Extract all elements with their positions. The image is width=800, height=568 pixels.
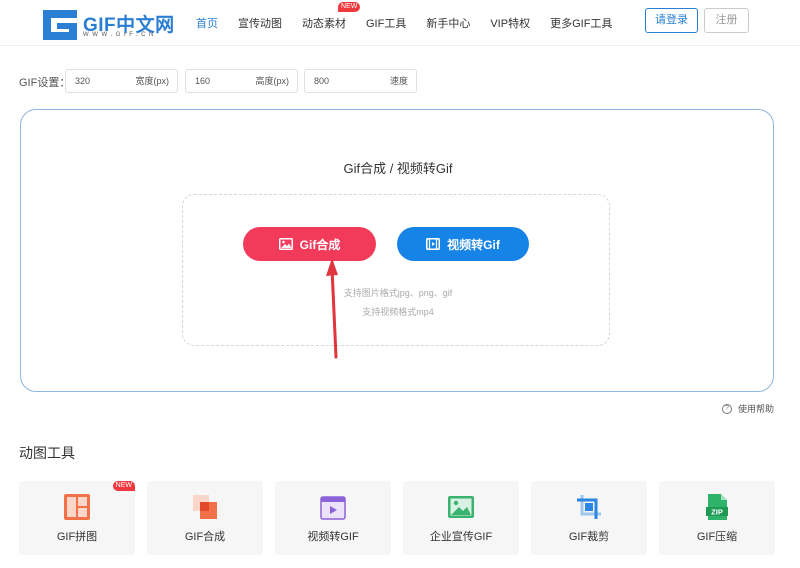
- tool-label: GIF压缩: [696, 531, 738, 543]
- gif-merge-label: Gif合成: [299, 237, 341, 252]
- film-icon: [426, 238, 441, 250]
- site-logo[interactable]: GIF中文网 WWW.GIF.CN: [43, 10, 174, 42]
- gif-settings-label: GIF设置：: [19, 77, 71, 89]
- help-link[interactable]: ? 使用帮助: [722, 402, 774, 415]
- width-unit: 宽度(px): [135, 76, 170, 86]
- help-label: 使用帮助: [738, 404, 775, 414]
- tool-label: GIF裁剪: [568, 531, 610, 543]
- width-input[interactable]: 320 宽度(px): [65, 69, 178, 93]
- tool-label: 企业宣传GIF: [429, 531, 493, 543]
- new-badge: NEW: [112, 481, 135, 491]
- zip-icon: ZIP: [706, 494, 728, 520]
- tool-card-gif-crop[interactable]: GIF裁剪: [531, 481, 647, 555]
- tool-card-gif-compress[interactable]: ZIP GIF压缩: [659, 481, 775, 555]
- speed-value: 800: [314, 76, 330, 86]
- nav-more-tools[interactable]: 更多GIF工具: [550, 15, 612, 31]
- upload-panel: Gif合成 / 视频转Gif Gif合成 视频转Gif 支持图片格式jpg、pn…: [20, 109, 774, 392]
- main-nav: 首页 宣传动图 动态素材 NEW GIF工具 新手中心 VIP特权 更多GIF工…: [196, 0, 632, 46]
- height-value: 160: [195, 76, 211, 86]
- nav-dynamic-assets-label: 动态素材: [302, 18, 346, 30]
- tools-section-title: 动图工具: [19, 445, 75, 461]
- nav-vip[interactable]: VIP特权: [490, 15, 530, 31]
- nav-promo-gifs[interactable]: 宣传动图: [238, 15, 282, 31]
- tool-label: GIF拼图: [56, 531, 98, 543]
- image-icon: [448, 496, 474, 518]
- tool-label: GIF合成: [184, 531, 226, 543]
- tool-card-video-to-gif[interactable]: 视频转GIF: [275, 481, 391, 555]
- nav-beginner-center[interactable]: 新手中心: [426, 15, 470, 31]
- width-value: 320: [75, 76, 91, 86]
- question-icon: ?: [722, 403, 732, 414]
- svg-text:ZIP: ZIP: [711, 508, 723, 517]
- tool-label: 视频转GIF: [307, 531, 359, 543]
- nav-dynamic-assets[interactable]: 动态素材 NEW: [302, 2, 361, 31]
- height-unit: 高度(px): [255, 76, 290, 86]
- height-input[interactable]: 160 高度(px): [185, 69, 298, 93]
- video-format-hint: 支持视频格式mp4: [362, 307, 434, 317]
- merge-icon: [193, 495, 217, 519]
- video-to-gif-button[interactable]: 视频转Gif: [397, 227, 529, 261]
- tool-card-promo-gif[interactable]: 企业宣传GIF: [403, 481, 519, 555]
- drop-zone[interactable]: [182, 194, 610, 346]
- image-icon: [278, 238, 293, 250]
- image-format-hint: 支持图片格式jpg、png、gif: [343, 288, 453, 298]
- speed-unit: 速度: [389, 76, 408, 86]
- puzzle-icon: [64, 494, 90, 520]
- video-to-gif-label: 视频转Gif: [447, 237, 500, 252]
- header: GIF中文网 WWW.GIF.CN 首页 宣传动图 动态素材 NEW GIF工具…: [0, 0, 800, 46]
- tool-card-gif-merge[interactable]: GIF合成: [147, 481, 263, 555]
- video-icon: [320, 496, 346, 520]
- logo-icon: [43, 10, 77, 40]
- tool-card-gif-puzzle[interactable]: NEW GIF拼图: [19, 481, 135, 555]
- gif-merge-button[interactable]: Gif合成: [243, 227, 376, 261]
- upload-title: Gif合成 / 视频转Gif: [343, 161, 453, 176]
- nav-gif-tools[interactable]: GIF工具: [366, 15, 406, 31]
- nav-home[interactable]: 首页: [196, 15, 218, 31]
- login-button[interactable]: 请登录: [645, 8, 698, 33]
- new-badge: NEW: [338, 2, 361, 12]
- crop-icon: [577, 495, 601, 519]
- register-button[interactable]: 注册: [704, 8, 749, 33]
- speed-input[interactable]: 800 速度: [304, 69, 417, 93]
- logo-subtext: WWW.GIF.CN: [83, 32, 157, 38]
